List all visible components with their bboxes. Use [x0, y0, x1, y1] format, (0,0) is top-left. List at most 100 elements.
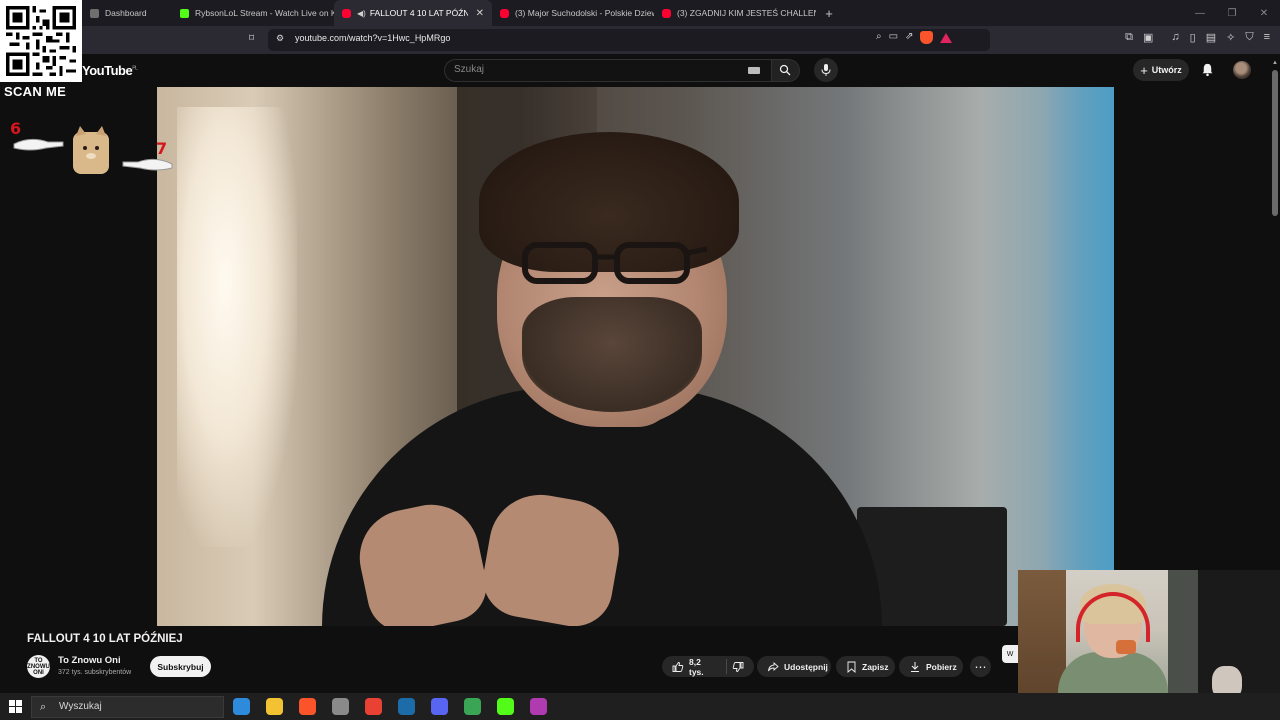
- dashboard-icon: [90, 8, 99, 18]
- keyboard-icon[interactable]: [748, 67, 760, 74]
- app-icon[interactable]: [464, 698, 481, 715]
- video-frame-beard: [522, 297, 702, 412]
- site-info-icon[interactable]: ⚙: [276, 33, 284, 44]
- windows-start-icon[interactable]: [9, 700, 22, 713]
- browser-toolbar: ⧉ ▣ ♫ ▯ ▤ ✧ ⛉ ≡: [1125, 31, 1270, 44]
- download-icon: [911, 661, 919, 672]
- app-icon[interactable]: [332, 698, 349, 715]
- kick-icon: [180, 8, 189, 18]
- url-actions: ⌕ ▭ ⇗: [876, 31, 953, 44]
- thumbs-up-icon[interactable]: [672, 661, 684, 673]
- save-button[interactable]: Zapisz: [836, 656, 895, 677]
- subscriber-count: 372 tys. subskrybentów: [58, 669, 132, 676]
- create-button[interactable]: + Utwórz: [1133, 59, 1189, 81]
- close-tab-icon[interactable]: ✕: [476, 8, 484, 19]
- close-window-icon[interactable]: ✕: [1248, 0, 1280, 26]
- obs-icon[interactable]: [530, 698, 547, 715]
- search-input[interactable]: [444, 59, 772, 82]
- bookmark-save-icon: [847, 661, 856, 673]
- restore-icon[interactable]: ❐: [1216, 0, 1248, 26]
- scan-me-label: SCAN ME: [4, 84, 67, 99]
- discord-icon[interactable]: [431, 698, 448, 715]
- thumbs-down-icon[interactable]: [732, 661, 744, 673]
- new-tab-button[interactable]: +: [816, 0, 842, 26]
- speaker-icon[interactable]: ◀): [357, 9, 366, 18]
- plus-icon: +: [1140, 62, 1148, 78]
- sidebar-icon[interactable]: ▯: [1190, 31, 1196, 44]
- subscribe-button[interactable]: Subskrybuj: [150, 656, 211, 677]
- wallet-icon[interactable]: ▤: [1206, 31, 1216, 44]
- logo-text: YouTube: [82, 63, 133, 78]
- file-explorer-icon[interactable]: [266, 698, 283, 715]
- channel-avatar-text: TO ZNOWU ONI: [27, 657, 50, 676]
- tab-youtube-3[interactable]: (3) ZGADNIJ KIM JESTEŚ CHALLENGE: [654, 0, 816, 26]
- qr-code: [0, 0, 82, 82]
- url-text[interactable]: youtube.com/watch?v=1Hwc_HpMRgo: [295, 33, 450, 43]
- channel-avatar[interactable]: TO ZNOWU ONI: [27, 655, 50, 678]
- window-controls: — ❐ ✕: [1184, 0, 1280, 26]
- search-placeholder: Szukaj: [454, 64, 485, 75]
- steam-icon[interactable]: [398, 698, 415, 715]
- hand-emote-left: 6: [10, 119, 64, 151]
- music-icon[interactable]: ♫: [1171, 31, 1179, 44]
- tab-label: Dashboard: [105, 8, 147, 18]
- vpn-icon[interactable]: ⛉: [1245, 31, 1253, 44]
- download-button[interactable]: Pobierz: [899, 656, 963, 677]
- like-divider: [726, 659, 727, 674]
- tab-label: (3) ZGADNIJ KIM JESTEŚ CHALLENGE: [677, 8, 816, 18]
- chrome-icon[interactable]: [365, 698, 382, 715]
- youtube-icon: [342, 8, 351, 18]
- scroll-up-arrow[interactable]: ▲: [1272, 60, 1278, 66]
- start-tile: [9, 700, 15, 706]
- youtube-icon: [662, 8, 671, 18]
- more-actions-button[interactable]: ⋯: [970, 656, 991, 677]
- tab-kick-stream[interactable]: RybsonLoL Stream - Watch Live on K: [172, 0, 334, 26]
- taskbar-search-label: Wyszukaj: [59, 701, 102, 712]
- browser-tab-strip: Dashboard RybsonLoL Stream - Watch Live …: [0, 0, 1280, 26]
- video-frame-edge: [1044, 87, 1114, 626]
- share-label: Udostępnij: [784, 661, 828, 672]
- zoom-icon[interactable]: ⌕: [876, 31, 882, 44]
- brave-rewards-icon[interactable]: [940, 33, 953, 43]
- qr-code-image: [6, 6, 76, 76]
- like-count[interactable]: 8,2 tys.: [689, 657, 713, 677]
- leo-icon[interactable]: ✧: [1226, 31, 1235, 44]
- search-icon: ⌕: [40, 701, 47, 713]
- extensions-icon[interactable]: ⧉: [1125, 31, 1133, 44]
- hand-emote-right: 7: [122, 139, 173, 171]
- tab-dashboard[interactable]: Dashboard: [82, 0, 172, 26]
- tab-active-video[interactable]: ◀) FALLOUT 4 10 LAT PÓŹNIEJ - ✕: [334, 0, 492, 26]
- channel-name[interactable]: To Znowu Oni: [58, 655, 121, 666]
- start-tile: [16, 700, 22, 706]
- share-page-icon[interactable]: ⇗: [905, 31, 913, 44]
- video-frame-window: [177, 107, 297, 547]
- svg-text:7: 7: [156, 139, 167, 158]
- tab-youtube-2[interactable]: (3) Major Suchodolski - Polskie Dziew: [492, 0, 654, 26]
- start-tile: [9, 707, 15, 713]
- youtube-logo[interactable]: YouTubePL: [82, 63, 138, 78]
- share-icon: [768, 661, 779, 671]
- media-icon[interactable]: [497, 698, 514, 715]
- svg-text:6: 6: [10, 119, 21, 138]
- menu-icon[interactable]: ≡: [1264, 31, 1270, 44]
- notifications-bell-icon[interactable]: [1200, 62, 1215, 77]
- cast-icon[interactable]: ▭: [889, 31, 898, 44]
- microphone-icon[interactable]: [820, 63, 832, 77]
- minimize-icon[interactable]: —: [1184, 0, 1216, 26]
- save-label: Zapisz: [862, 661, 889, 672]
- bookmark-icon[interactable]: ⌑: [249, 33, 254, 44]
- brave-shield-icon[interactable]: [920, 31, 934, 44]
- side-panel-button[interactable]: W: [1002, 645, 1018, 663]
- edge-icon[interactable]: [233, 698, 250, 715]
- screenshot-icon[interactable]: ▣: [1143, 31, 1153, 44]
- video-player[interactable]: [157, 87, 1114, 626]
- download-label: Pobierz: [926, 661, 957, 672]
- screen: Dashboard RybsonLoL Stream - Watch Live …: [0, 0, 1280, 720]
- tab-label: RybsonLoL Stream - Watch Live on K: [195, 8, 334, 18]
- brave-icon[interactable]: [299, 698, 316, 715]
- account-avatar[interactable]: [1233, 61, 1251, 79]
- youtube-icon: [500, 8, 509, 18]
- page-scrollbar[interactable]: [1272, 70, 1278, 216]
- share-button[interactable]: Udostępnij: [757, 656, 831, 677]
- search-icon[interactable]: [779, 64, 791, 76]
